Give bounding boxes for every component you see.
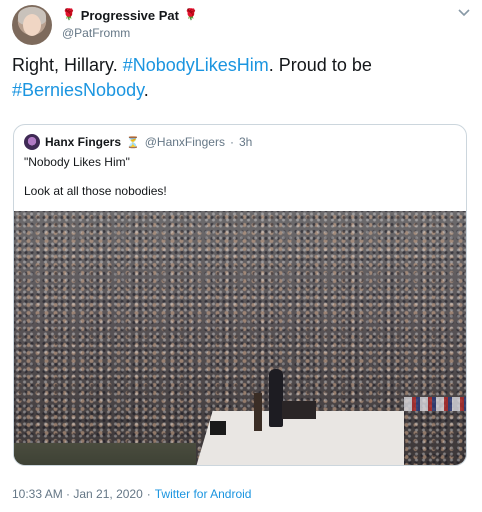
tweet: 🌹 Progressive Pat 🌹 @PatFromm Right, Hil… [0,0,482,512]
quoted-tweet-header: Hanx Fingers ⏳ @HanxFingers · 3h [24,134,252,150]
author-name-row[interactable]: 🌹 Progressive Pat 🌹 [62,8,198,23]
tweet-source-link[interactable]: Twitter for Android [155,487,252,501]
crowd-photo[interactable] [14,211,466,465]
stage-table [282,401,316,419]
quoted-text-line: "Nobody Likes Him" [24,155,130,169]
stage [196,411,404,465]
avatar[interactable] [12,5,52,45]
tweet-footer: 10:33 AM · Jan 21, 2020 · Twitter for An… [12,487,251,501]
tweet-text-part: Right, Hillary. [12,55,123,75]
podium [254,393,262,431]
tweet-timestamp[interactable]: 10:33 AM · Jan 21, 2020 [12,487,143,501]
rose-icon: 🌹 [62,9,76,21]
author-handle[interactable]: @PatFromm [62,26,130,40]
tweet-text-part: . [143,80,149,100]
rose-icon: 🌹 [183,9,198,21]
hashtag-link[interactable]: #NobodyLikesHim [123,55,269,75]
quoted-display-name: Hanx Fingers [45,135,122,149]
quoted-avatar [24,134,40,150]
speaker-figure [269,369,283,427]
avatar-face [23,14,41,36]
quoted-handle: @HanxFingers [144,135,225,149]
bunting [404,397,466,411]
chevron-down-icon[interactable] [458,8,470,20]
grass-area [14,443,196,465]
tweet-text-part: . Proud to be [268,55,372,75]
quoted-separator: · [229,135,234,149]
stage-equipment [210,421,226,435]
hashtag-link[interactable]: #BerniesNobody [12,80,144,100]
quoted-tweet[interactable]: Hanx Fingers ⏳ @HanxFingers · 3h "Nobody… [13,124,467,466]
footer-separator: · [146,487,151,501]
hourglass-icon: ⏳ [126,136,140,149]
author-display-name[interactable]: Progressive Pat [81,8,179,23]
tweet-text: Right, Hillary. #NobodyLikesHim. Proud t… [12,53,462,103]
quoted-text-line: Look at all those nobodies! [24,184,167,198]
quoted-timestamp: 3h [238,135,253,149]
